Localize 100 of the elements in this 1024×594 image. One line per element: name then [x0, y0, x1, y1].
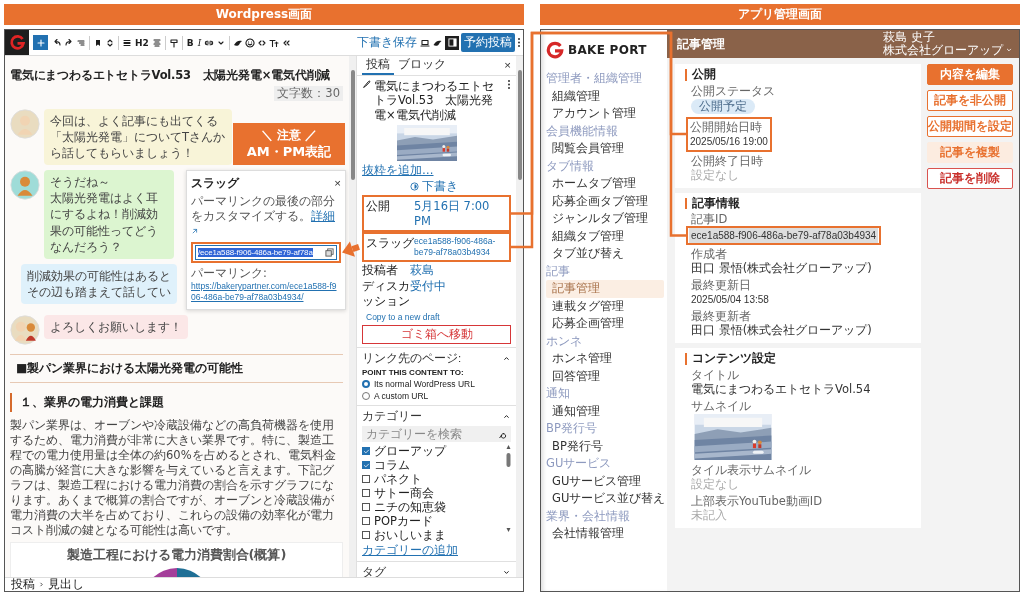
- excerpt-link[interactable]: 抜粋を追加…: [362, 163, 434, 178]
- paint-roller-icon[interactable]: [168, 37, 179, 48]
- plus-icon: [35, 37, 46, 48]
- undo-icon[interactable]: [52, 37, 62, 48]
- copy-icon[interactable]: [325, 248, 334, 258]
- category-label: パネクト: [374, 471, 422, 487]
- nav-item[interactable]: 記事管理: [546, 280, 664, 298]
- scrollbar[interactable]: [506, 444, 511, 535]
- checkbox[interactable]: [362, 475, 370, 484]
- status-value[interactable]: 下書き: [422, 179, 458, 195]
- nav-item[interactable]: GUサービス管理: [546, 474, 664, 488]
- nav-group-label: ホンネ: [546, 334, 583, 348]
- bubble-text: 削減効果の可能性はあると: [27, 267, 171, 284]
- add-category-link[interactable]: カテゴリーの追加: [362, 543, 511, 559]
- details-link[interactable]: 詳細: [311, 209, 335, 224]
- more-icon[interactable]: [517, 37, 521, 48]
- avatar-icon: [10, 315, 40, 346]
- field-value: 設定なし: [691, 476, 740, 492]
- row-value[interactable]: 受付中: [410, 279, 511, 294]
- body-text: 製パン業界は、オーブンや冷蔵設備などの高負荷機器を使用するため、電力消費が非常に大きい業界です。特に、製造工程での電力使用量は全体の約60%を占めるとされ、電気料金の高騰が経営に大きな影響を与えていると言えます。下記グラフは、製造工程における電力消費の割合を示すグラフになります。あくまで概算の割合ですが、オーブンと冷蔵設備が電力消費の大半を占めており、これらの設備の効率化が電力コスト削減の鍵となる可能性は高いです。: [10, 418, 337, 538]
- checkbox[interactable]: [362, 489, 370, 498]
- bold-button[interactable]: B: [185, 37, 195, 48]
- close-button[interactable]: ×: [504, 59, 511, 72]
- text-size-icon[interactable]: [269, 37, 280, 48]
- nav-item[interactable]: 連載タグ管理: [546, 299, 664, 313]
- nav-item[interactable]: 組織タブ管理: [546, 229, 664, 243]
- section-header: Wordpress画面: [4, 4, 524, 25]
- nav-item[interactable]: GUサービス並び替え: [546, 492, 664, 506]
- laptop-icon[interactable]: [420, 37, 430, 48]
- nav-group-label: タブ情報: [546, 159, 595, 173]
- save-draft-button[interactable]: 下書き保存: [356, 35, 418, 50]
- up-down-arrows-icon[interactable]: [105, 37, 115, 48]
- checkbox[interactable]: [362, 503, 370, 512]
- redo-icon[interactable]: [64, 37, 74, 48]
- more-icon[interactable]: [507, 79, 511, 90]
- smiley-icon[interactable]: [245, 37, 256, 48]
- field-label: 作成者: [691, 247, 728, 261]
- sidebar-toggle-button[interactable]: [445, 35, 459, 50]
- slug-field[interactable]: /ece1a588-f906-486a-be79-af78a: [195, 245, 337, 261]
- nav-item[interactable]: 回答管理: [546, 369, 664, 383]
- sidebar-tab[interactable]: 投稿: [362, 56, 394, 75]
- category-label: コラム: [374, 457, 410, 473]
- callout-text: AM・PM表記: [246, 143, 332, 160]
- panel-header-button[interactable]: カテゴリー: [362, 409, 511, 425]
- chevron-down-icon: [502, 568, 511, 577]
- field-value: 2025/05/04 13:58: [691, 293, 770, 307]
- schedule-button[interactable]: 予約投稿: [461, 33, 515, 52]
- subsection-heading: １、業界の電力消費と課題: [10, 393, 343, 413]
- checkbox[interactable]: [362, 531, 370, 540]
- scrollbar[interactable]: [349, 56, 356, 577]
- bookmark-icon[interactable]: [93, 37, 103, 48]
- scrollbar[interactable]: [516, 56, 523, 577]
- nav-item[interactable]: タブ並び替え: [546, 247, 664, 261]
- search-field[interactable]: カテゴリーを検索: [362, 426, 511, 443]
- nav-item[interactable]: BP発行号: [546, 439, 664, 453]
- nav-item[interactable]: 応募企画管理: [546, 317, 664, 331]
- checkbox[interactable]: [362, 461, 370, 470]
- field-label: 公開開始日時: [690, 119, 763, 134]
- user-name[interactable]: 萩島 史子: [883, 31, 935, 44]
- radio-label: A custom URL: [374, 390, 429, 402]
- sidebar-tab[interactable]: ブロック: [394, 56, 450, 75]
- permalink-link[interactable]: https://bakerypartner.com/ece1a588-f906-486a-be79-af78a03b4934/: [191, 281, 341, 304]
- trash-button[interactable]: ゴミ箱へ移動: [362, 325, 511, 345]
- row-value[interactable]: 5月16日 7:00 PM: [414, 199, 507, 228]
- nav-item[interactable]: 会社情報管理: [546, 527, 664, 541]
- nav-item[interactable]: ホンネ管理: [546, 352, 664, 366]
- breadcrumb-item[interactable]: 投稿: [11, 578, 35, 591]
- nav-item[interactable]: 応募企画タブ管理: [546, 194, 664, 208]
- text-lines-icon[interactable]: [151, 37, 162, 48]
- panel-header-button[interactable]: リンク先のページ:: [362, 351, 511, 367]
- nav-group-label: 会員機能情報: [546, 124, 619, 138]
- action-button[interactable]: 記事を削除: [927, 168, 1013, 189]
- align-icon[interactable]: [122, 37, 132, 48]
- field-value: 田口 景悟(株式会社グローアップ): [691, 261, 873, 276]
- nav-item[interactable]: アカウント管理: [546, 107, 664, 121]
- nav-item[interactable]: 閲覧会員管理: [546, 142, 664, 156]
- breadcrumb-item[interactable]: 見出し: [48, 578, 84, 591]
- category-label: サトー商会: [374, 485, 434, 501]
- company-name[interactable]: 株式会社グローアップ: [883, 44, 1003, 57]
- close-button[interactable]: ×: [334, 178, 341, 190]
- nav-item[interactable]: 組織管理: [546, 89, 664, 103]
- chevron-right-icon: [38, 581, 45, 588]
- logo-icon: [546, 41, 564, 59]
- italic-button[interactable]: I: [196, 37, 203, 48]
- row-value[interactable]: ece1a588-f906-486a-be79-af78a03b4934: [414, 235, 507, 258]
- nav-item[interactable]: ホームタブ管理: [546, 177, 664, 191]
- heading-button[interactable]: H2: [134, 37, 150, 48]
- checkbox[interactable]: [362, 517, 370, 526]
- row-value[interactable]: 萩島: [410, 262, 511, 278]
- row-label: 公開: [366, 199, 391, 214]
- logo-icon: [5, 30, 29, 55]
- nav-item[interactable]: 通知管理: [546, 404, 664, 418]
- bubble-text: 太陽光発電はよく耳にするよね！削減効果の可能性ってどうなんだろう？: [50, 190, 159, 255]
- checkbox[interactable]: [362, 447, 370, 456]
- copy-draft-link[interactable]: Copy to a new draft: [366, 312, 511, 323]
- permalink-label: パーマリンク:: [191, 266, 268, 282]
- nav-item[interactable]: ジャンルタブ管理: [546, 212, 664, 226]
- nav-group-label: 通知: [546, 387, 571, 401]
- category-label: ニチの知恵袋: [374, 499, 446, 515]
- radio-button[interactable]: [362, 380, 370, 389]
